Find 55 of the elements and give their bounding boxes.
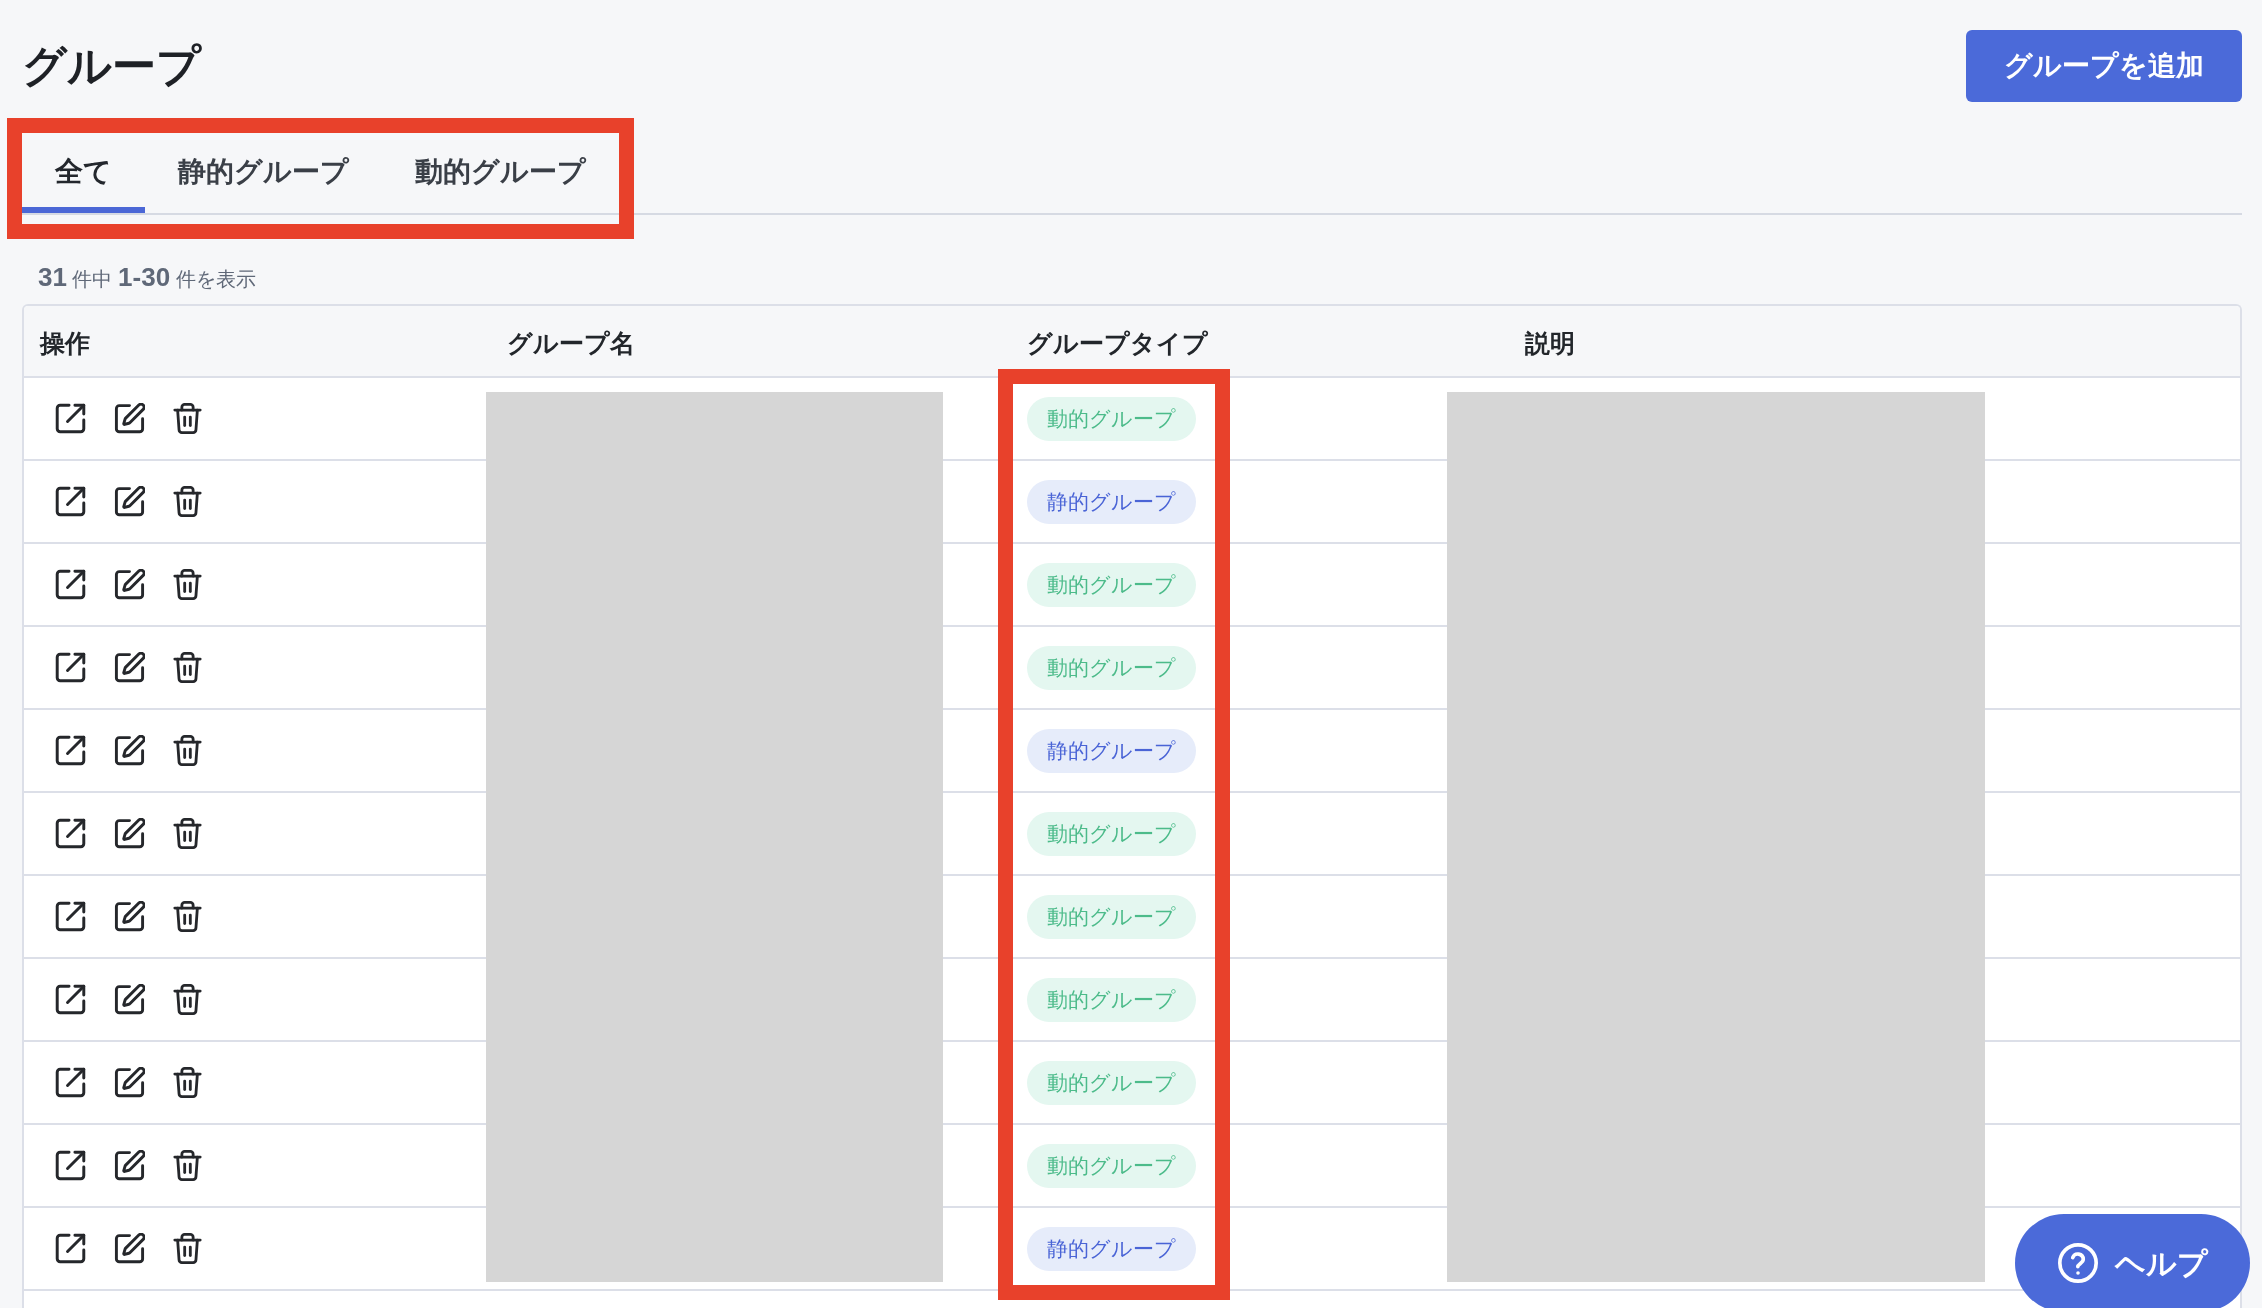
pencil-icon[interactable] [114, 403, 145, 434]
external-link-icon[interactable] [55, 1233, 86, 1264]
group-type-tag: 動的グループ [1027, 811, 1196, 856]
pencil-icon[interactable] [114, 984, 145, 1015]
pencil-icon[interactable] [114, 735, 145, 766]
trash-icon[interactable] [173, 403, 202, 434]
trash-icon[interactable] [173, 652, 202, 683]
trash-icon[interactable] [173, 486, 202, 517]
trash-icon[interactable] [173, 1150, 202, 1181]
pencil-icon[interactable] [114, 1233, 145, 1264]
external-link-icon[interactable] [55, 1067, 86, 1098]
pencil-icon[interactable] [114, 818, 145, 849]
group-type-tag: 動的グループ [1027, 562, 1196, 607]
column-header: 操作 [40, 329, 90, 358]
pencil-icon[interactable] [114, 1067, 145, 1098]
external-link-icon[interactable] [55, 735, 86, 766]
group-type-tag: 静的グループ [1027, 728, 1196, 773]
trash-icon[interactable] [173, 1233, 202, 1264]
external-link-icon[interactable] [55, 486, 86, 517]
group-type-tag: 動的グループ [1027, 1143, 1196, 1188]
trash-icon[interactable] [173, 1067, 202, 1098]
pencil-icon[interactable] [114, 569, 145, 600]
group-type-tag: 動的グループ [1027, 894, 1196, 939]
pencil-icon[interactable] [114, 901, 145, 932]
trash-icon[interactable] [173, 818, 202, 849]
group-type-tag: 静的グループ [1027, 479, 1196, 524]
pencil-icon[interactable] [114, 486, 145, 517]
add-group-button[interactable]: グループを追加 [1966, 30, 2242, 102]
column-header: グループタイプ [1027, 329, 1208, 358]
group-type-tag: 動的グループ [1027, 1060, 1196, 1105]
external-link-icon[interactable] [55, 569, 86, 600]
trash-icon[interactable] [173, 569, 202, 600]
result-count: 31 件中 1-30 件を表示 [37, 261, 256, 294]
pencil-icon[interactable] [114, 1150, 145, 1181]
page-title: グループ [22, 44, 201, 88]
external-link-icon[interactable] [55, 1150, 86, 1181]
column-header: 説明 [1525, 329, 1575, 358]
trash-icon[interactable] [173, 984, 202, 1015]
external-link-icon[interactable] [55, 652, 86, 683]
group-type-tag: 動的グループ [1027, 645, 1196, 690]
group-type-tag: 静的グループ [1027, 1226, 1196, 1271]
pencil-icon[interactable] [114, 652, 145, 683]
external-link-icon[interactable] [55, 403, 86, 434]
help-icon [2057, 1243, 2098, 1283]
group-type-tag: 動的グループ [1027, 396, 1196, 441]
tab[interactable]: 動的グループ [382, 133, 619, 213]
external-link-icon[interactable] [55, 818, 86, 849]
trash-icon[interactable] [173, 735, 202, 766]
column-header: グループ名 [507, 329, 635, 358]
tab[interactable]: 静的グループ [145, 133, 382, 213]
trash-icon[interactable] [173, 901, 202, 932]
external-link-icon[interactable] [55, 901, 86, 932]
external-link-icon[interactable] [55, 984, 86, 1015]
group-type-tag: 動的グループ [1027, 977, 1196, 1022]
help-button[interactable]: ヘルプ [2015, 1214, 2250, 1308]
